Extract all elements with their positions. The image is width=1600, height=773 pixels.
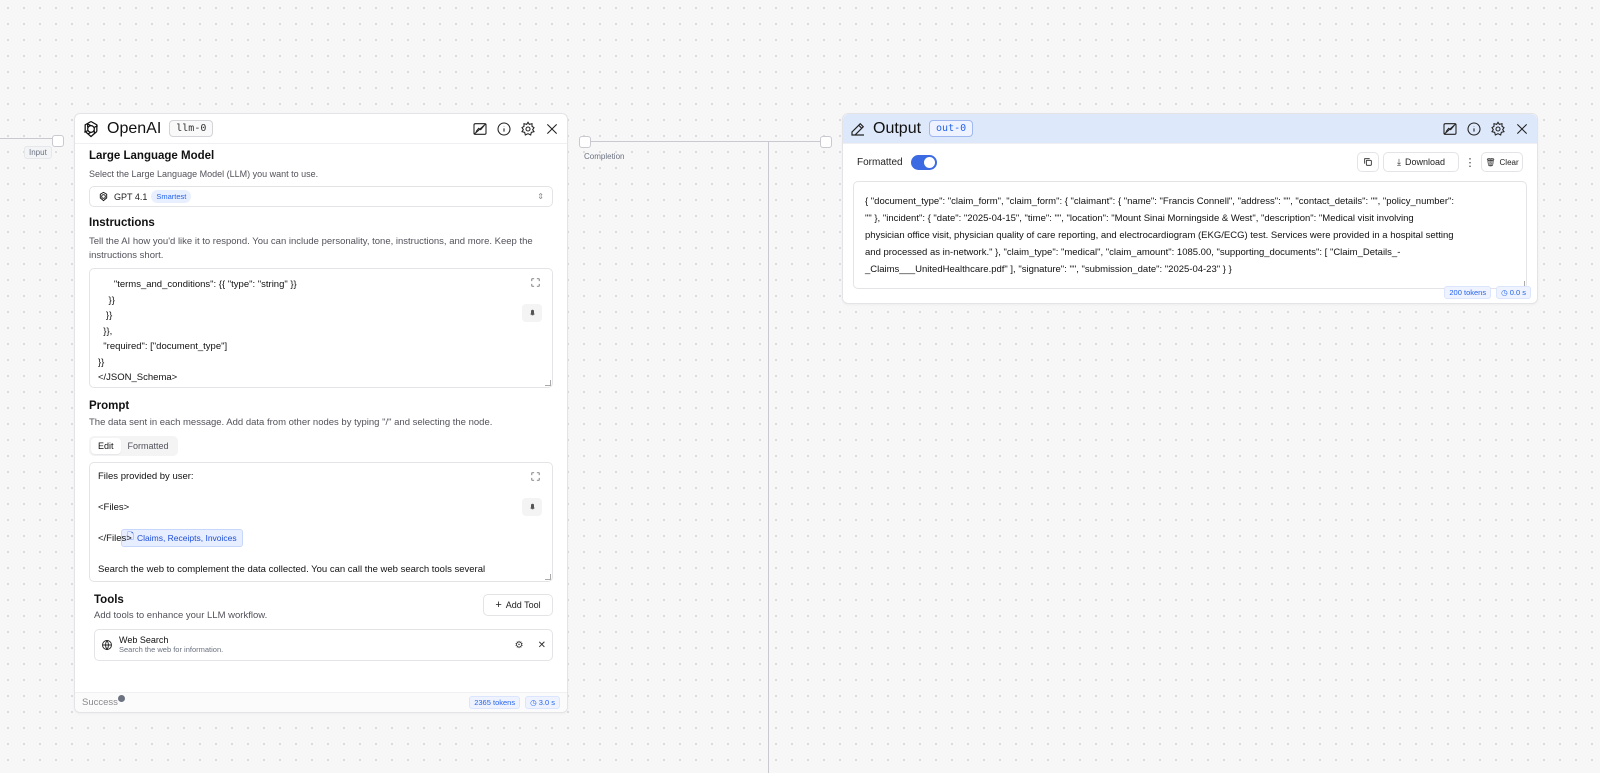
instructions-section-description: Tell the AI how you'd like it to respond… (89, 236, 533, 261)
llm-node-header[interactable]: OpenAI llm-0 (75, 114, 567, 144)
tool-item[interactable]: Web Search Search the web for informatio… (94, 629, 553, 661)
model-section-title: Large Language Model (89, 150, 215, 162)
info-icon[interactable] (495, 120, 513, 138)
tool-settings-icon[interactable]: ⚙ (515, 640, 524, 651)
openai-small-icon (98, 191, 109, 202)
chart-toggle-icon[interactable] (1441, 120, 1459, 138)
output-node-id: out-0 (929, 120, 974, 137)
tab-edit[interactable]: Edit (91, 438, 121, 454)
output-content[interactable]: { "document_type": "claim_form", "claim_… (853, 181, 1527, 289)
completion-wire-branch (768, 141, 769, 773)
tool-remove-icon[interactable]: ✕ (538, 640, 546, 651)
output-line: "" }, "incident": { "date": "2025-04-15"… (865, 213, 1414, 224)
formatted-toggle[interactable] (910, 154, 937, 170)
prompt-line: Files provided by user: (98, 471, 194, 482)
output-run-time-value: 0.0 s (1509, 288, 1526, 297)
output-line: and processed as in-network." }, "claim_… (865, 247, 1401, 258)
prompt-line: <Files> (98, 502, 130, 513)
file-chip-label: Claims, Receipts, Invoices (136, 532, 237, 543)
llm-node-id: llm-0 (169, 120, 214, 137)
chevron-updown-icon: ⇕ (537, 192, 544, 201)
formatted-label: Formatted (857, 156, 903, 168)
output-line: { "document_type": "claim_form", "claim_… (865, 196, 1455, 207)
status-dot (117, 695, 125, 702)
instructions-line: }} (98, 356, 105, 368)
add-tool-button[interactable]: + Add Tool (483, 594, 553, 616)
run-time-value: 3.0 s (538, 698, 555, 707)
tab-formatted[interactable]: Formatted (121, 438, 176, 454)
llm-node-footer: Success 2365 tokens ◷ 3.0 s (75, 692, 567, 712)
trash-icon: 🗑 (1485, 157, 1496, 167)
prompt-editor[interactable]: Files provided by user: <Files> 🗋 Claims… (89, 462, 553, 582)
model-section-description: Select the Large Language Model (LLM) yo… (89, 169, 319, 179)
output-node-title: Output (873, 119, 922, 137)
download-button[interactable]: ⤓ Download (1383, 152, 1459, 172)
instructions-line: }}, (98, 325, 113, 337)
run-time: ◷ 3.0 s (525, 696, 560, 709)
completion-wire (590, 141, 826, 142)
instructions-line: }} (98, 294, 115, 306)
tool-description: Search the web for information. (119, 645, 224, 654)
gear-icon[interactable] (1489, 120, 1507, 138)
copy-icon (1364, 158, 1372, 166)
globe-icon (101, 639, 113, 651)
llm-node-title: OpenAI (107, 119, 162, 137)
pencil-icon (849, 120, 867, 138)
more-options-icon[interactable]: ⋮ (1463, 152, 1477, 172)
instructions-editor[interactable]: ... "terms_and_conditions": {{ "type": "… (89, 268, 553, 388)
info-icon[interactable] (1465, 120, 1483, 138)
chart-toggle-icon[interactable] (471, 120, 489, 138)
prompt-section-description: The data sent in each message. Add data … (89, 417, 493, 428)
download-label: Download (1404, 157, 1445, 167)
resize-handle[interactable] (545, 574, 551, 580)
instructions-line: }} (98, 310, 113, 321)
token-count: 2365 tokens (469, 696, 521, 709)
instructions-line: </JSON_Schema> (98, 372, 178, 383)
clear-button[interactable]: 🗑 Clear (1481, 152, 1523, 172)
output-node-header[interactable]: Output out-0 (843, 114, 1537, 144)
close-icon[interactable] (543, 120, 561, 138)
model-badge: Smartest (151, 190, 192, 203)
output-line: physician office visit, physician qualit… (865, 230, 1454, 241)
openai-logo-icon (81, 119, 101, 139)
copy-button[interactable] (1357, 152, 1379, 172)
prompt-line: Search the web to complement the data co… (98, 564, 486, 575)
expand-icon[interactable] (528, 469, 542, 483)
completion-port-label: Completion (584, 152, 625, 161)
download-icon: ⤓ (1396, 156, 1401, 167)
instructions-section-title: Instructions (89, 217, 155, 229)
instructions-line: "terms_and_conditions": {{ "type": "stri… (98, 279, 297, 290)
prompt-tabs: Edit Formatted (89, 436, 178, 456)
tools-section-title: Tools (94, 594, 124, 606)
prompt-section-title: Prompt (89, 400, 130, 412)
resize-handle[interactable] (545, 380, 551, 386)
input-port-label: Input (24, 146, 52, 159)
instructions-line: "required": ["document_type"] (98, 341, 228, 352)
selected-model: GPT 4.1 (114, 191, 148, 202)
output-line: _Claims___UnitedHealthcare.pdf" ], "sign… (865, 264, 1232, 275)
output-footer: 200 tokens ◷ 0.0 s (1444, 286, 1531, 299)
output-token-count: 200 tokens (1444, 286, 1492, 299)
close-icon[interactable] (1513, 120, 1531, 138)
completion-port[interactable] (579, 136, 591, 148)
tool-name: Web Search (119, 635, 169, 645)
gear-icon[interactable] (519, 120, 537, 138)
add-tool-label: Add Tool (505, 600, 541, 610)
model-select[interactable]: GPT 4.1 Smartest ⇕ (89, 186, 553, 207)
microphone-icon[interactable] (522, 498, 542, 516)
file-reference-chip[interactable]: 🗋 Claims, Receipts, Invoices (121, 528, 243, 547)
input-port[interactable] (52, 135, 64, 147)
output-input-port[interactable] (820, 136, 832, 148)
microphone-icon[interactable] (522, 304, 542, 322)
clear-label: Clear (1499, 157, 1519, 167)
llm-node[interactable]: OpenAI llm-0 Large Language Model Select… (74, 113, 568, 713)
connection-wire (0, 138, 52, 139)
output-run-time: ◷ 0.0 s (1496, 286, 1531, 299)
tools-section-description: Add tools to enhance your LLM workflow. (94, 610, 268, 621)
output-node[interactable]: Output out-0 Formatted ⤓ Download ⋮ 🗑 Cl… (842, 113, 1538, 304)
expand-icon[interactable] (528, 275, 542, 289)
plus-icon: + (495, 599, 502, 611)
status-text: Success (82, 697, 118, 708)
